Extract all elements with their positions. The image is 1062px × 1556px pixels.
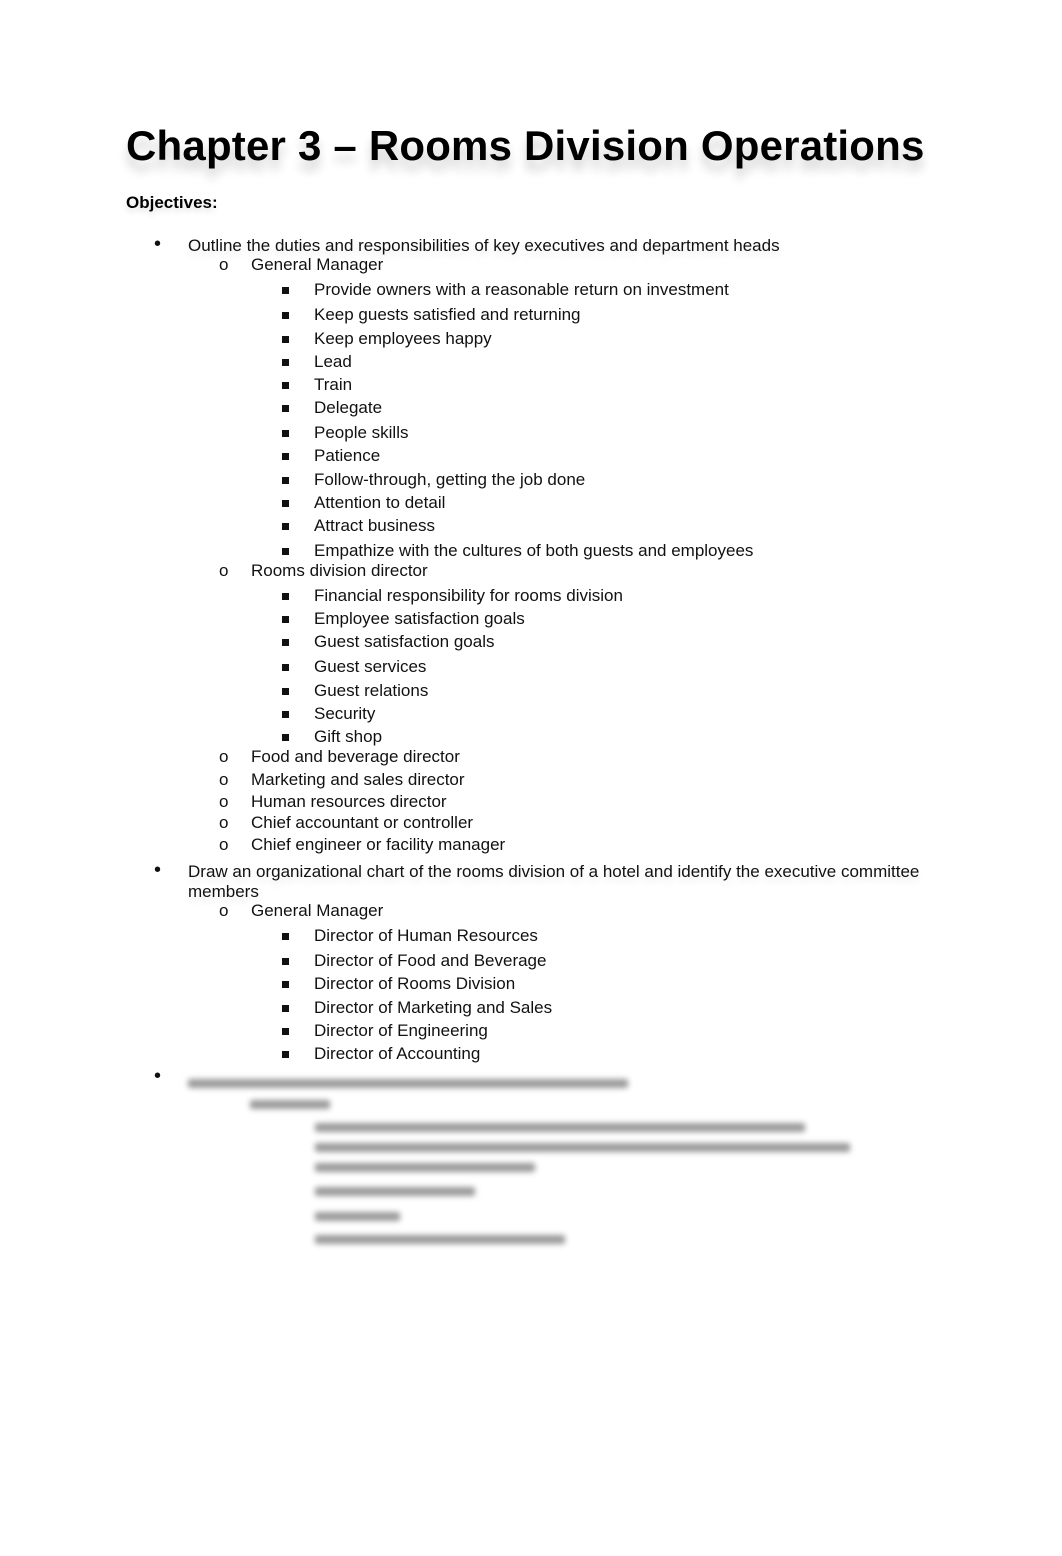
duty-item: Employee satisfaction goals [314,609,525,628]
page-title: Chapter 3 – Rooms Division Operations [126,122,925,169]
square-bullet-icon [282,664,289,671]
square-bullet-icon [282,639,289,646]
square-bullet-icon [282,616,289,623]
square-bullet-icon [282,287,289,294]
duty-item: Train [314,375,353,394]
committee-member: Director of Food and Beverage [314,951,547,970]
duty-item: Lead [314,352,352,371]
duty-item: People skills [314,423,409,442]
circle-bullet-icon: o [219,561,229,580]
square-bullet-icon [282,382,289,389]
square-bullet-icon [282,1028,289,1035]
committee-member: Director of Engineering [314,1021,488,1040]
objective-item-continued: members [188,882,259,901]
committee-member: Director of Human Resources [314,926,538,945]
blurred-line [315,1123,805,1132]
square-bullet-icon [282,359,289,366]
duty-item: Empathize with the cultures of both gues… [314,541,754,560]
circle-bullet-icon: o [219,813,229,832]
square-bullet-icon [282,1051,289,1058]
square-bullet-icon [282,933,289,940]
duty-item: Security [314,704,376,723]
duty-item: Keep employees happy [314,329,492,348]
square-bullet-icon [282,734,289,741]
blurred-line [315,1212,400,1221]
circle-bullet-icon: o [219,792,229,811]
square-bullet-icon [282,688,289,695]
role-item: General Manager [251,901,384,920]
square-bullet-icon [282,430,289,437]
committee-member: Director of Marketing and Sales [314,998,553,1017]
duty-item: Guest satisfaction goals [314,632,495,651]
objective-item: Outline the duties and responsibilities … [188,236,780,255]
bullet-icon: • [154,859,162,881]
blurred-content [150,1065,870,1255]
duty-item: Guest relations [314,681,429,700]
square-bullet-icon [282,477,289,484]
bullet-icon: • [154,233,162,255]
committee-member: Director of Rooms Division [314,974,516,993]
role-item: Human resources director [251,792,447,811]
duty-item: Keep guests satisfied and returning [314,305,581,324]
duty-item: Gift shop [314,727,383,746]
duty-item: Attract business [314,516,435,535]
circle-bullet-icon: o [219,835,229,854]
square-bullet-icon [282,593,289,600]
circle-bullet-icon: o [219,747,229,766]
objective-item: Draw an organizational chart of the room… [188,862,920,881]
role-item: General Manager [251,255,384,274]
square-bullet-icon [282,405,289,412]
duty-item: Guest services [314,657,427,676]
blurred-line [315,1143,850,1152]
role-item: Rooms division director [251,561,428,580]
square-bullet-icon [282,981,289,988]
circle-bullet-icon: o [219,770,229,789]
duty-item: Patience [314,446,381,465]
committee-member: Director of Accounting [314,1044,481,1063]
square-bullet-icon [282,312,289,319]
role-item: Food and beverage director [251,747,460,766]
blurred-line [315,1187,475,1196]
square-bullet-icon [282,336,289,343]
square-bullet-icon [282,548,289,555]
square-bullet-icon [282,453,289,460]
duty-item: Attention to detail [314,493,446,512]
square-bullet-icon [282,1005,289,1012]
square-bullet-icon [282,711,289,718]
square-bullet-icon [282,523,289,530]
role-item: Chief engineer or facility manager [251,835,506,854]
duty-item: Delegate [314,398,383,417]
circle-bullet-icon: o [219,255,229,274]
duty-item: Follow-through, getting the job done [314,470,586,489]
blurred-line [315,1163,535,1172]
document-page: Chapter 3 – Rooms Division Operations Ob… [0,0,1062,1556]
circle-bullet-icon: o [219,901,229,920]
blurred-line [188,1079,628,1088]
square-bullet-icon [282,958,289,965]
objectives-label: Objectives: [126,193,218,212]
blurred-line [250,1100,330,1109]
blurred-line [315,1235,565,1244]
duty-item: Financial responsibility for rooms divis… [314,586,623,605]
role-item: Marketing and sales director [251,770,465,789]
square-bullet-icon [282,500,289,507]
duty-item: Provide owners with a reasonable return … [314,280,729,299]
role-item: Chief accountant or controller [251,813,474,832]
